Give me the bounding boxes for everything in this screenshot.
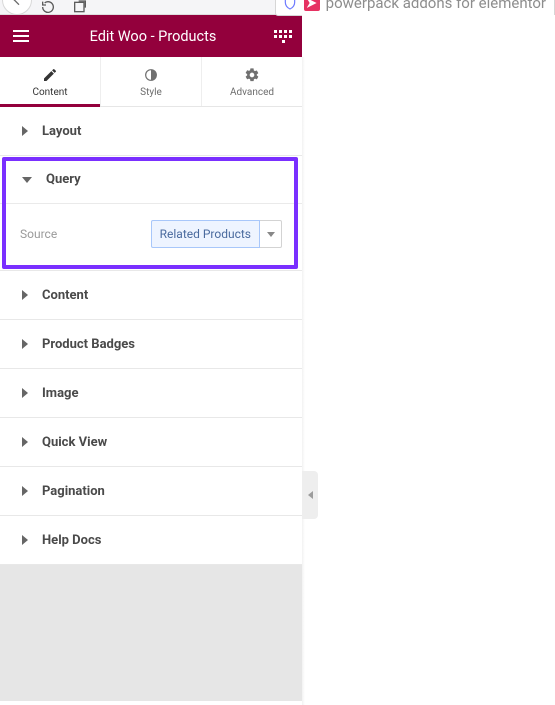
section-image: Image xyxy=(0,369,302,418)
chevron-down-icon xyxy=(260,220,282,248)
source-select-value: Related Products xyxy=(151,220,260,248)
caret-right-icon xyxy=(22,388,28,398)
nav-newtab-button[interactable] xyxy=(72,0,88,15)
tab-label: Advanced xyxy=(230,87,274,98)
hamburger-icon xyxy=(13,30,29,32)
section-query: Query Source Related Products xyxy=(0,156,302,271)
section-title: Layout xyxy=(42,124,81,139)
section-title: Content xyxy=(42,288,88,303)
caret-right-icon xyxy=(22,486,28,496)
section-toggle-layout[interactable]: Layout xyxy=(0,107,302,155)
caret-right-icon xyxy=(22,290,28,300)
tab-label: Style xyxy=(140,87,162,98)
tab-content[interactable]: Content xyxy=(0,57,100,106)
section-toggle-quick-view[interactable]: Quick View xyxy=(0,418,302,466)
reload-icon xyxy=(40,0,56,15)
section-title: Product Badges xyxy=(42,337,135,352)
back-icon xyxy=(9,0,25,8)
section-toggle-help-docs[interactable]: Help Docs xyxy=(0,516,302,564)
tab-label: Content xyxy=(32,87,67,98)
section-quick-view: Quick View xyxy=(0,418,302,467)
section-title: Query xyxy=(46,172,81,187)
section-toggle-query[interactable]: Query xyxy=(0,156,302,204)
panel-collapse-handle[interactable] xyxy=(302,471,318,519)
newtab-icon xyxy=(72,0,88,15)
section-content: Content xyxy=(0,271,302,320)
pencil-icon xyxy=(42,67,58,83)
widgets-button[interactable] xyxy=(274,27,292,45)
editor-header: Edit Woo - Products xyxy=(0,15,302,57)
section-toggle-image[interactable]: Image xyxy=(0,369,302,417)
section-pagination: Pagination xyxy=(0,467,302,516)
editor-title: Edit Woo - Products xyxy=(32,28,274,45)
section-title: Help Docs xyxy=(42,533,101,548)
panel-shadow xyxy=(302,57,305,705)
address-bar[interactable]: powerpack addons for elementor xyxy=(275,0,555,16)
caret-right-icon xyxy=(22,126,28,136)
tab-style[interactable]: Style xyxy=(100,57,201,106)
caret-right-icon xyxy=(22,535,28,545)
caret-right-icon xyxy=(22,339,28,349)
editor-tabs: Content Style Advanced xyxy=(0,57,302,107)
section-layout: Layout xyxy=(0,107,302,156)
site-favicon xyxy=(304,0,320,11)
section-title: Pagination xyxy=(42,484,105,499)
section-help-docs: Help Docs xyxy=(0,516,302,565)
half-circle-icon xyxy=(143,67,159,83)
caret-down-icon xyxy=(22,177,32,183)
section-toggle-pagination[interactable]: Pagination xyxy=(0,467,302,515)
query-body: Source Related Products xyxy=(0,204,302,270)
gear-icon xyxy=(244,67,260,83)
section-product-badges: Product Badges xyxy=(0,320,302,369)
section-title: Quick View xyxy=(42,435,107,450)
shield-icon xyxy=(282,0,298,11)
menu-button[interactable] xyxy=(10,25,32,47)
tab-advanced[interactable]: Advanced xyxy=(201,57,302,106)
apps-icon xyxy=(274,30,277,33)
address-text: powerpack addons for elementor xyxy=(326,0,546,12)
section-title: Image xyxy=(42,386,78,401)
section-toggle-content[interactable]: Content xyxy=(0,271,302,319)
source-select[interactable]: Related Products xyxy=(151,220,282,248)
caret-right-icon xyxy=(22,437,28,447)
nav-reload-button[interactable] xyxy=(40,0,56,15)
controls-panel: Layout Query Source Related Products Con… xyxy=(0,107,302,701)
canvas-area[interactable] xyxy=(302,15,555,705)
source-label: Source xyxy=(20,227,57,241)
browser-toolbar: powerpack addons for elementor xyxy=(0,0,555,15)
section-toggle-product-badges[interactable]: Product Badges xyxy=(0,320,302,368)
